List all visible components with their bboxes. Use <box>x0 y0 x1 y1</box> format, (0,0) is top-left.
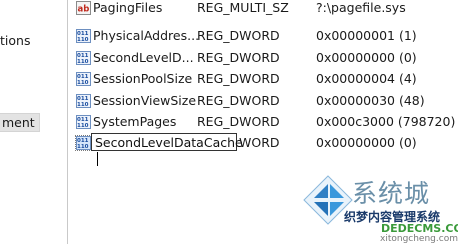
value-type: WORD <box>239 135 280 150</box>
svg-text:110: 110 <box>77 102 89 108</box>
value-type: REG_DWORD <box>197 50 280 65</box>
value-row-editing[interactable]: 011 110 SecondLevelDataCache WORD 0x0000… <box>68 133 458 166</box>
value-row[interactable]: 011 110 SystemPages REG_DWORD 0x000c3000… <box>68 112 458 133</box>
text-caret <box>97 152 98 166</box>
registry-key-tree[interactable]: tions ment <box>0 0 68 244</box>
binary-value-icon: 011 110 <box>76 94 91 108</box>
binary-value-icon: 011 110 <box>76 72 91 86</box>
value-data: 0x00000001 (1) <box>316 28 417 43</box>
value-name: SessionViewSize <box>93 93 197 108</box>
watermark-title: 系统城 <box>352 179 431 208</box>
value-data: 0x00000004 (4) <box>316 71 417 86</box>
svg-text:110: 110 <box>77 123 89 129</box>
value-row[interactable]: 011 110 PhysicalAddres... REG_DWORD 0x00… <box>68 26 458 47</box>
binary-value-icon: 011 110 <box>75 135 92 151</box>
value-name: PhysicalAddres... <box>93 28 200 43</box>
value-type: REG_MULTI_SZ <box>197 0 289 15</box>
value-name: SessionPoolSize <box>93 71 193 86</box>
value-type: REG_DWORD <box>197 28 280 43</box>
binary-value-icon: 011 110 <box>76 29 91 43</box>
value-name: SecondLevelD... <box>93 50 194 65</box>
value-data: 0x00000000 (0) <box>316 50 417 65</box>
value-row[interactable]: ab PagingFiles REG_MULTI_SZ ?:\pagefile.… <box>68 0 458 19</box>
tree-item-selected[interactable]: ment <box>0 113 40 132</box>
binary-value-icon: 011 110 <box>76 115 91 129</box>
svg-text:110: 110 <box>77 80 89 86</box>
value-name: SystemPages <box>93 114 177 129</box>
rename-input-text: SecondLevelDataCache <box>95 135 243 150</box>
rename-input[interactable]: SecondLevelDataCache <box>91 133 243 166</box>
watermark-url: xitongcheng.com <box>380 234 458 244</box>
value-type: REG_DWORD <box>197 114 280 129</box>
svg-text:ab: ab <box>78 5 90 15</box>
value-type: REG_DWORD <box>197 93 280 108</box>
value-data: 0x000c3000 (798720) <box>316 114 456 129</box>
value-type: REG_DWORD <box>197 71 280 86</box>
value-name: PagingFiles <box>93 0 163 15</box>
value-row[interactable]: 011 110 SessionPoolSize REG_DWORD 0x0000… <box>68 69 458 90</box>
svg-text:110: 110 <box>77 59 89 65</box>
value-data: 0x00000000 (0) <box>316 135 417 150</box>
value-data: 0x00000030 (48) <box>316 93 425 108</box>
value-row[interactable]: 011 110 SessionViewSize REG_DWORD 0x0000… <box>68 91 458 112</box>
value-data: ?:\pagefile.sys <box>316 0 406 15</box>
tree-item-partial[interactable]: tions <box>0 33 30 48</box>
value-row[interactable]: 011 110 SecondLevelD... REG_DWORD 0x0000… <box>68 48 458 69</box>
string-value-icon: ab <box>76 1 91 15</box>
site-watermark: 系统城 织梦内容管理系统 DEDECMS.COM xitongcheng.com <box>298 164 458 244</box>
svg-text:110: 110 <box>77 144 89 150</box>
svg-text:110: 110 <box>77 37 89 43</box>
binary-value-icon: 011 110 <box>76 51 91 65</box>
